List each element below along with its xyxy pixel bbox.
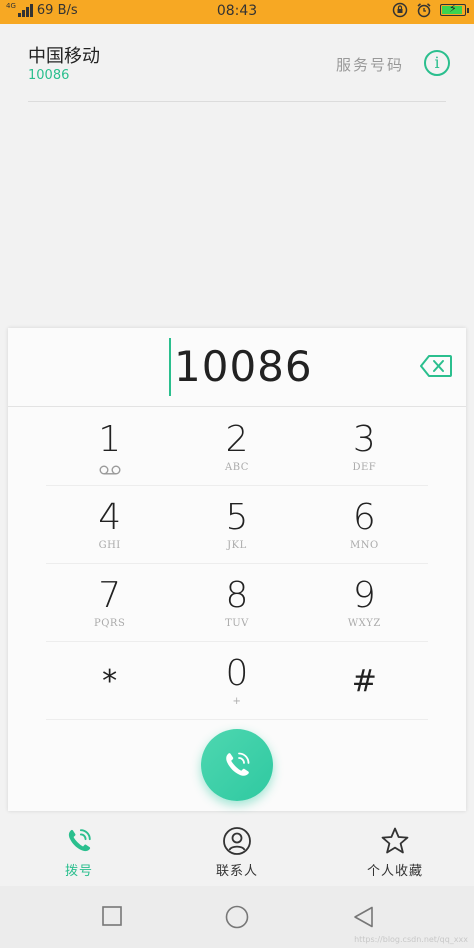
star-icon	[381, 827, 409, 854]
key-letters: ABC	[225, 462, 249, 473]
status-bar: 4G 69 B/s 08:43 ⚡	[0, 0, 474, 24]
key-letters: PQRS	[94, 618, 126, 629]
keypad-row: * 0 + #	[46, 642, 428, 720]
key-digit: *	[102, 664, 118, 699]
tab-dial[interactable]: 拨号	[0, 820, 158, 886]
phone-icon	[68, 829, 91, 852]
tab-label: 拨号	[64, 864, 93, 879]
phone-icon	[226, 752, 250, 776]
key-digit: 1	[98, 419, 122, 460]
carrier-name: 中国移动	[28, 46, 100, 67]
tab-bar: 拨号 联系人 个人收藏	[0, 820, 474, 886]
key-5[interactable]: 5 JKL	[173, 486, 300, 563]
tab-label: 个人收藏	[366, 864, 423, 879]
call-button[interactable]	[201, 729, 273, 801]
key-letters: JKL	[227, 540, 247, 551]
dialpad-card: 10086 1 2 ABC 3 DEF 4 GHI 5 JKL 6 MNO 7 …	[8, 328, 466, 811]
watermark: https://blog.csdn.net/qq_xxx	[354, 935, 468, 944]
key-digit: 6	[352, 497, 376, 538]
voicemail-icon	[99, 465, 121, 475]
key-digit: 7	[98, 575, 122, 616]
key-digit: 5	[225, 497, 249, 538]
circle-icon[interactable]	[225, 905, 249, 929]
keypad: 1 2 ABC 3 DEF 4 GHI 5 JKL 6 MNO 7 PQRS 8…	[46, 408, 428, 720]
service-number-label: 服务号码	[335, 56, 404, 74]
person-icon	[223, 827, 251, 855]
tab-label: 联系人	[215, 864, 258, 879]
carrier-number: 10086	[28, 68, 70, 83]
key-digit: 2	[225, 419, 249, 460]
key-digit: 3	[352, 419, 376, 460]
battery-icon: ⚡	[440, 2, 469, 16]
keypad-row: 1 2 ABC 3 DEF	[46, 408, 428, 486]
header: 中国移动 10086 服务号码 i	[0, 24, 474, 104]
key-digit: 0	[225, 653, 249, 694]
key-hash[interactable]: #	[301, 642, 428, 719]
key-digit: #	[351, 664, 377, 699]
key-letters: +	[232, 696, 242, 707]
key-digit: 4	[98, 497, 122, 538]
key-letters: GHI	[98, 540, 121, 551]
backspace-icon[interactable]	[420, 355, 452, 377]
alarm-icon	[417, 3, 431, 18]
status-right: ⚡	[392, 2, 469, 18]
key-2[interactable]: 2 ABC	[173, 408, 300, 485]
key-letters: TUV	[225, 618, 249, 629]
key-7[interactable]: 7 PQRS	[46, 564, 173, 641]
key-0[interactable]: 0 +	[173, 642, 300, 719]
number-input-row[interactable]: 10086	[8, 328, 466, 406]
key-letters: WXYZ	[347, 618, 381, 629]
key-8[interactable]: 8 TUV	[173, 564, 300, 641]
key-digit: 8	[225, 575, 249, 616]
text-cursor	[169, 338, 171, 396]
key-6[interactable]: 6 MNO	[301, 486, 428, 563]
tab-contacts[interactable]: 联系人	[158, 820, 316, 886]
key-star[interactable]: *	[46, 642, 173, 719]
triangle-back-icon[interactable]	[352, 905, 376, 929]
key-1[interactable]: 1	[46, 408, 173, 485]
key-4[interactable]: 4 GHI	[46, 486, 173, 563]
key-9[interactable]: 9 WXYZ	[301, 564, 428, 641]
key-digit: 9	[352, 575, 376, 616]
keypad-row: 7 PQRS 8 TUV 9 WXYZ	[46, 564, 428, 642]
dialed-number[interactable]: 10086	[174, 342, 313, 391]
tab-favorites[interactable]: 个人收藏	[316, 820, 474, 886]
info-icon[interactable]: i	[424, 50, 450, 76]
navigation-bar: https://blog.csdn.net/qq_xxx	[0, 886, 474, 948]
keypad-row: 4 GHI 5 JKL 6 MNO	[46, 486, 428, 564]
lock-rotation-icon	[392, 2, 408, 18]
key-3[interactable]: 3 DEF	[301, 408, 428, 485]
divider	[8, 406, 466, 407]
key-letters: DEF	[352, 462, 377, 473]
square-icon[interactable]	[101, 905, 123, 927]
divider	[28, 101, 446, 102]
key-letters: MNO	[349, 540, 379, 551]
